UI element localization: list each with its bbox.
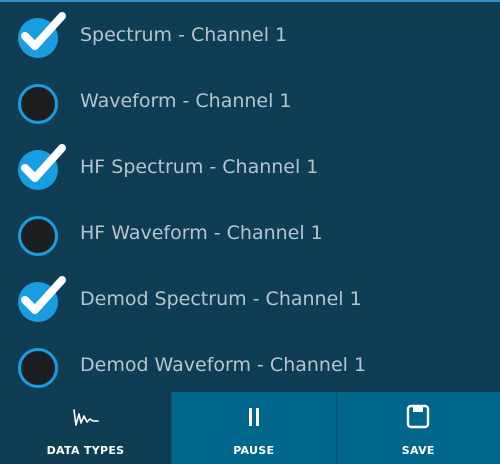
checkmark-icon [21, 12, 66, 50]
waveform-icon [72, 409, 99, 426]
list-item-label: HF Waveform - Channel 1 [80, 222, 323, 244]
list-item-demod-waveform-channel-1[interactable]: Demod Waveform - Channel 1 [0, 332, 500, 398]
list-item-hf-spectrum-channel-1[interactable]: HF Spectrum - Channel 1 [0, 134, 500, 200]
list-item-demod-spectrum-channel-1[interactable]: Demod Spectrum - Channel 1 [0, 266, 500, 332]
list-item-label: Waveform - Channel 1 [80, 90, 292, 112]
save-icon [407, 404, 430, 429]
list-item-label: Demod Spectrum - Channel 1 [80, 288, 362, 310]
checkbox-unchecked[interactable] [18, 348, 58, 388]
checkmark-icon [21, 144, 66, 182]
list-item-label: Demod Waveform - Channel 1 [80, 354, 367, 376]
list-item-label: HF Spectrum - Channel 1 [80, 156, 319, 178]
checkbox-unchecked[interactable] [18, 84, 58, 124]
list-item-waveform-channel-1[interactable]: Waveform - Channel 1 [0, 68, 500, 134]
data-types-button[interactable]: DATA TYPES [0, 392, 171, 464]
save-label: SAVE [401, 444, 435, 457]
data-types-label: DATA TYPES [46, 444, 125, 457]
pause-label: PAUSE [233, 444, 275, 457]
save-button[interactable]: SAVE [335, 392, 500, 464]
channel-data-type-list: Spectrum - Channel 1 Waveform - Channel … [0, 2, 500, 392]
list-item-label: Spectrum - Channel 1 [80, 24, 288, 46]
list-item-hf-waveform-channel-1[interactable]: HF Waveform - Channel 1 [0, 200, 500, 266]
checkbox-unchecked[interactable] [18, 216, 58, 256]
bottom-toolbar: DATA TYPES PAUSE SAVE [0, 392, 500, 464]
pause-icon [248, 408, 259, 426]
checkmark-icon [21, 276, 66, 314]
pause-button[interactable]: PAUSE [171, 392, 336, 464]
list-item-spectrum-channel-1[interactable]: Spectrum - Channel 1 [0, 2, 500, 68]
